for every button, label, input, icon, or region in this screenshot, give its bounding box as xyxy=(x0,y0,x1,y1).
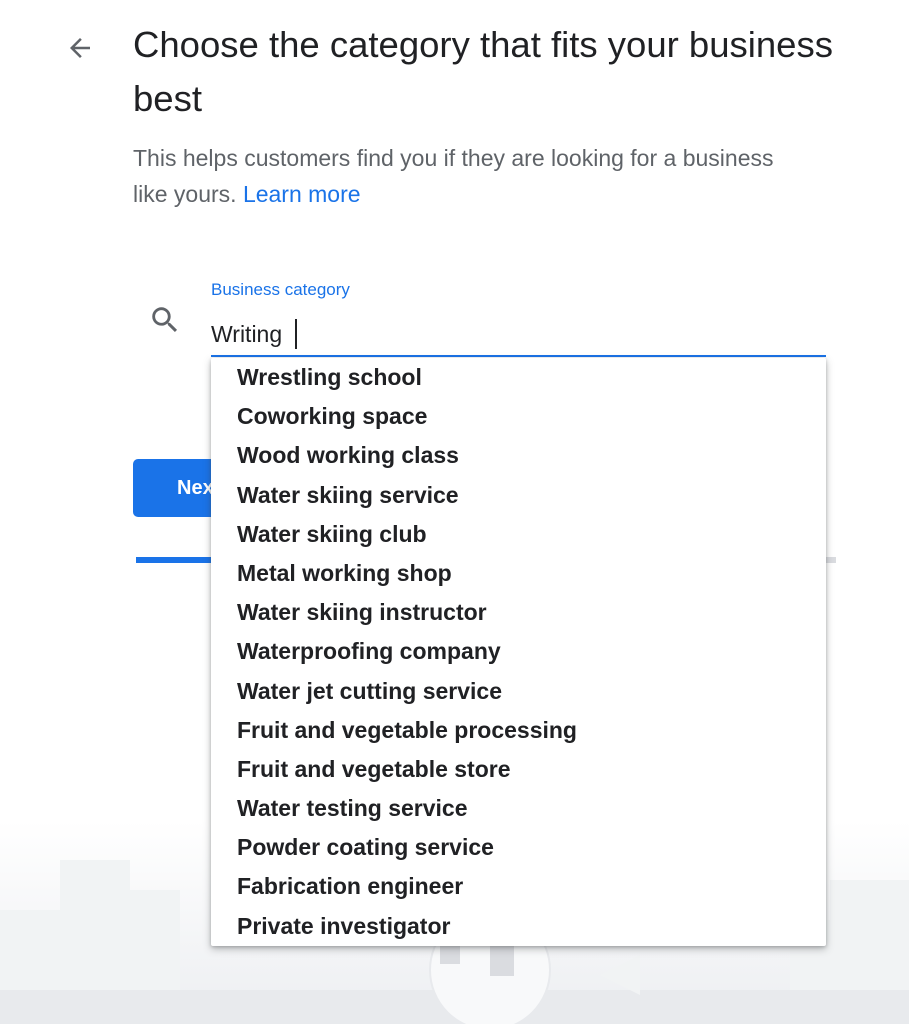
suggestion-item[interactable]: Private investigator xyxy=(211,907,826,946)
suggestion-item[interactable]: Waterproofing company xyxy=(211,632,826,671)
text-caret xyxy=(295,319,297,349)
search-icon xyxy=(145,300,185,340)
suggestion-item[interactable]: Coworking space xyxy=(211,397,826,436)
suggestion-item[interactable]: Water skiing service xyxy=(211,476,826,515)
learn-more-link[interactable]: Learn more xyxy=(243,181,361,207)
business-category-input[interactable] xyxy=(211,314,823,354)
suggestion-item[interactable]: Wrestling school xyxy=(211,358,826,397)
category-suggestions-dropdown: Wrestling school Coworking space Wood work… xyxy=(211,358,826,946)
page-subtitle: This helps customers find you if they ar… xyxy=(133,140,813,212)
suggestion-item[interactable]: Wood working class xyxy=(211,436,826,475)
suggestion-item[interactable]: Fruit and vegetable store xyxy=(211,750,826,789)
page-title: Choose the category that fits your busin… xyxy=(133,24,833,119)
back-button[interactable] xyxy=(58,26,102,70)
progress-fill xyxy=(136,557,211,563)
input-underline xyxy=(211,355,826,357)
subtitle-text: This helps customers find you if they ar… xyxy=(133,145,774,207)
suggestion-item[interactable]: Water skiing instructor xyxy=(211,593,826,632)
suggestion-item[interactable]: Fruit and vegetable processing xyxy=(211,711,826,750)
suggestion-item[interactable]: Powder coating service xyxy=(211,828,826,867)
suggestion-item[interactable]: Water jet cutting service xyxy=(211,672,826,711)
suggestion-list: Wrestling school Coworking space Wood work… xyxy=(211,358,826,946)
suggestion-item[interactable]: Water skiing club xyxy=(211,515,826,554)
suggestion-item[interactable]: Fabrication engineer xyxy=(211,867,826,906)
arrow-back-icon xyxy=(70,38,90,58)
suggestion-item[interactable]: Water testing service xyxy=(211,789,826,828)
business-category-label: Business category xyxy=(211,280,350,299)
suggestion-item[interactable]: Metal working shop xyxy=(211,554,826,593)
